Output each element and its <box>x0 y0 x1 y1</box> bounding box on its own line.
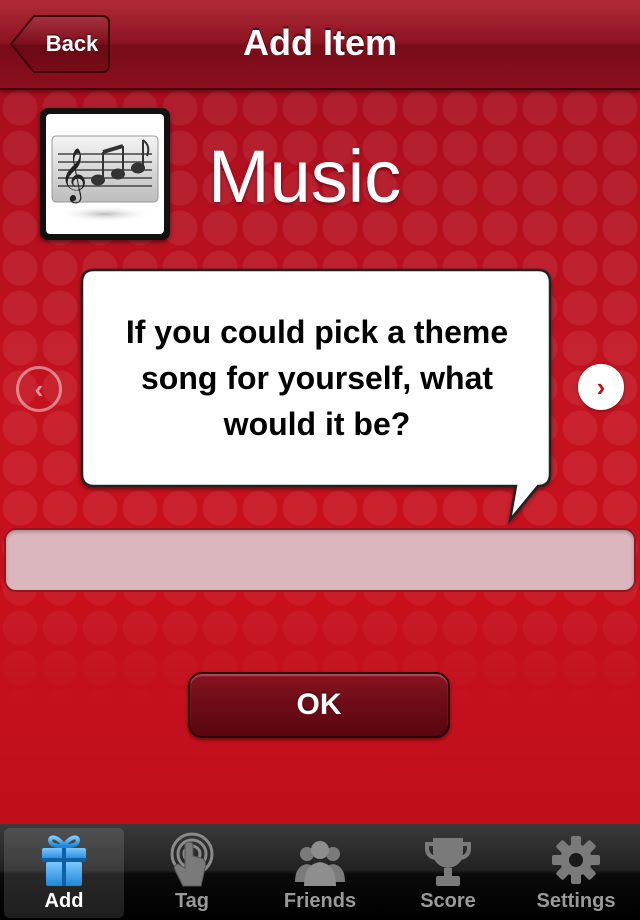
tab-score-label: Score <box>420 890 476 912</box>
question-bubble: If you could pick a theme song for yours… <box>76 264 560 526</box>
gift-icon <box>42 835 86 886</box>
next-question-button[interactable]: › <box>578 364 624 410</box>
tab-bar: Add Tag Friends Score Settings <box>0 824 640 920</box>
svg-text:𝄞: 𝄞 <box>60 147 87 203</box>
tab-settings-label: Settings <box>536 890 616 912</box>
category-title: Music <box>208 134 402 218</box>
previous-question-button[interactable]: ‹ <box>16 366 62 412</box>
fingerprint-icon <box>170 832 214 887</box>
chevron-left-icon: ‹ <box>34 374 44 404</box>
tab-settings[interactable]: Settings <box>512 824 640 920</box>
ok-button[interactable]: OK <box>188 672 450 738</box>
tab-tag-label: Tag <box>174 890 210 912</box>
tab-friends-label: Friends <box>283 890 357 912</box>
tab-add[interactable]: Add <box>0 824 128 920</box>
navigation-bar: Back Add Item <box>0 0 640 90</box>
tab-tag[interactable]: Tag <box>128 824 256 920</box>
question-text: If you could pick a theme song for yours… <box>125 314 509 442</box>
music-notes-icon: 𝄞 <box>46 114 164 234</box>
tab-score[interactable]: Score <box>384 824 512 920</box>
tab-friends[interactable]: Friends <box>256 824 384 920</box>
answer-input[interactable] <box>4 528 636 592</box>
gear-icon <box>552 836 600 884</box>
trophy-icon <box>425 838 471 886</box>
category-icon-frame: 𝄞 <box>40 108 170 240</box>
chevron-right-icon: › <box>596 372 606 402</box>
people-icon <box>295 841 345 886</box>
tab-add-label: Add <box>44 890 84 912</box>
page-title: Add Item <box>242 22 397 63</box>
